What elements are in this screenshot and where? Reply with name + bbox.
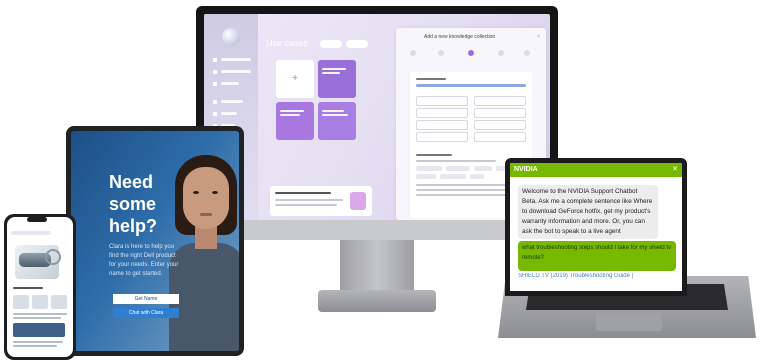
tag-chip[interactable]	[440, 174, 466, 179]
nav-item[interactable]	[221, 70, 251, 73]
thumbnail[interactable]	[51, 295, 67, 309]
step-indicator-active	[468, 50, 474, 56]
knowledge-collection-info-card	[270, 186, 372, 216]
laptop-lid: NVIDIA ✕ Welcome to the NVIDIA Support C…	[505, 158, 687, 296]
phone-device	[4, 214, 76, 360]
nav-icon[interactable]	[213, 100, 217, 104]
thumbnail[interactable]	[32, 295, 48, 309]
close-icon[interactable]: ×	[537, 34, 540, 40]
option-button[interactable]	[416, 120, 468, 130]
tag-chip[interactable]	[470, 174, 484, 179]
tablet-subtext: Clara is here to help you find the right…	[109, 244, 179, 277]
tablet-device: Need some help? Clara is here to help yo…	[66, 126, 244, 356]
filter-pill[interactable]	[320, 40, 342, 48]
option-button[interactable]	[474, 120, 526, 130]
monitor-screen: Use cases + Add a new knowledge collecti…	[204, 14, 550, 220]
nav-icon[interactable]	[213, 112, 217, 116]
plus-icon: +	[292, 73, 298, 84]
tag-chip[interactable]	[474, 166, 492, 171]
thumbnail[interactable]	[13, 295, 29, 309]
step-indicator	[438, 50, 444, 56]
product-ring	[45, 249, 61, 265]
monitor-stand-base	[318, 290, 436, 312]
tablet-headline: Need some help?	[109, 172, 157, 236]
use-cases-title: Use cases	[266, 38, 309, 48]
troubleshooting-link[interactable]: SHIELD TV (2019) Troubleshooting Guide |	[518, 273, 668, 279]
nav-item[interactable]	[221, 112, 237, 115]
desktop-monitor: Use cases + Add a new knowledge collecti…	[196, 6, 558, 240]
use-case-card[interactable]	[318, 60, 356, 98]
nav-icon[interactable]	[213, 70, 217, 74]
cube-illustration-icon	[350, 192, 366, 210]
panel-title: Add a new knowledge collection	[424, 34, 496, 40]
tablet-screen: Need some help? Clara is here to help yo…	[71, 131, 239, 351]
filter-pill[interactable]	[346, 40, 368, 48]
progress-bar	[416, 84, 526, 87]
step-indicator	[498, 50, 504, 56]
close-icon[interactable]: ✕	[672, 165, 678, 173]
use-case-card[interactable]	[276, 102, 314, 140]
option-button[interactable]	[474, 96, 526, 106]
laptop-trackpad	[596, 313, 662, 331]
get-name-button[interactable]: Get Name	[113, 294, 179, 304]
option-button[interactable]	[416, 108, 468, 118]
option-button[interactable]	[416, 132, 468, 142]
option-button[interactable]	[474, 132, 526, 142]
step-indicator	[524, 50, 530, 56]
product-diagram	[13, 323, 65, 337]
nav-item[interactable]	[221, 58, 251, 61]
nvidia-logo: NVIDIA	[514, 166, 538, 173]
phone-notch	[27, 217, 47, 222]
bot-message: Welcome to the NVIDIA Support Chatbot Be…	[518, 185, 658, 239]
nav-icon[interactable]	[213, 58, 217, 62]
tag-chip[interactable]	[416, 166, 442, 171]
add-use-case-card[interactable]: +	[276, 60, 314, 98]
nav-icon[interactable]	[213, 82, 217, 86]
tag-chip[interactable]	[416, 174, 436, 179]
phone-screen	[7, 217, 73, 357]
chat-with-clara-button[interactable]: Chat with Clara	[113, 308, 179, 318]
monitor-chin	[196, 220, 558, 240]
phone-nav-bar[interactable]	[11, 231, 51, 235]
step-indicator	[410, 50, 416, 56]
nav-item[interactable]	[221, 100, 243, 103]
nav-item[interactable]	[221, 82, 239, 85]
avatar-body	[169, 243, 239, 351]
tag-chip[interactable]	[446, 166, 470, 171]
use-case-card[interactable]	[318, 102, 356, 140]
option-button[interactable]	[416, 96, 468, 106]
avatar-face	[183, 167, 229, 229]
chatbot-header: NVIDIA ✕	[510, 163, 682, 177]
laptop-screen: NVIDIA ✕ Welcome to the NVIDIA Support C…	[510, 163, 682, 291]
user-message: what troubleshooting steps should I take…	[518, 241, 676, 271]
app-logo-icon	[222, 28, 240, 46]
option-button[interactable]	[474, 108, 526, 118]
